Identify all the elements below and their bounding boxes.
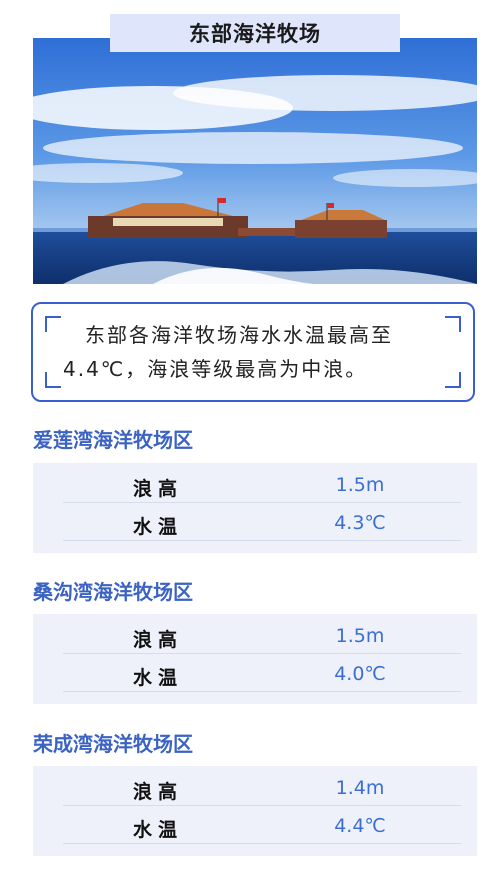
row-value: 4.3℃ [334,512,386,534]
zone-table: 浪高 1.4m 水温 4.4℃ [33,766,477,856]
hero-photo [33,38,477,284]
row-divider [63,540,461,541]
zone-title: 爱莲湾海洋牧场区 [33,428,193,452]
sea-platform-image [33,38,477,284]
row-label: 水温 [132,516,183,538]
row-value: 4.0℃ [334,663,386,685]
corner-bracket-icon [45,316,61,332]
page-title: 东部海洋牧场 [189,22,321,46]
row-divider [63,502,461,503]
corner-bracket-icon [45,372,61,388]
table-row: 水温 4.4℃ [33,808,477,844]
table-row: 水温 4.3℃ [33,505,477,541]
summary-box: 东部各海洋牧场海水水温最高至4.4℃，海浪等级最高为中浪。 [31,302,475,402]
table-row: 水温 4.0℃ [33,656,477,692]
row-divider [63,843,461,844]
zone-title: 桑沟湾海洋牧场区 [33,580,193,604]
table-row: 浪高 1.5m [33,467,477,503]
zone-table: 浪高 1.5m 水温 4.0℃ [33,614,477,704]
row-label: 浪高 [132,629,183,651]
row-value: 1.5m [335,625,385,647]
zone-table: 浪高 1.5m 水温 4.3℃ [33,463,477,553]
row-label: 水温 [132,667,183,689]
row-divider [63,653,461,654]
page-title-bar: 东部海洋牧场 [110,14,400,52]
row-label: 水温 [132,819,183,841]
row-label: 浪高 [132,781,183,803]
row-divider [63,805,461,806]
row-divider [63,691,461,692]
summary-text: 东部各海洋牧场海水水温最高至4.4℃，海浪等级最高为中浪。 [63,323,393,381]
table-row: 浪高 1.4m [33,770,477,806]
row-value: 1.4m [335,777,385,799]
zone-title: 荣成湾海洋牧场区 [33,732,193,756]
table-row: 浪高 1.5m [33,618,477,654]
row-value: 1.5m [335,474,385,496]
row-label: 浪高 [132,478,183,500]
row-value: 4.4℃ [334,815,386,837]
